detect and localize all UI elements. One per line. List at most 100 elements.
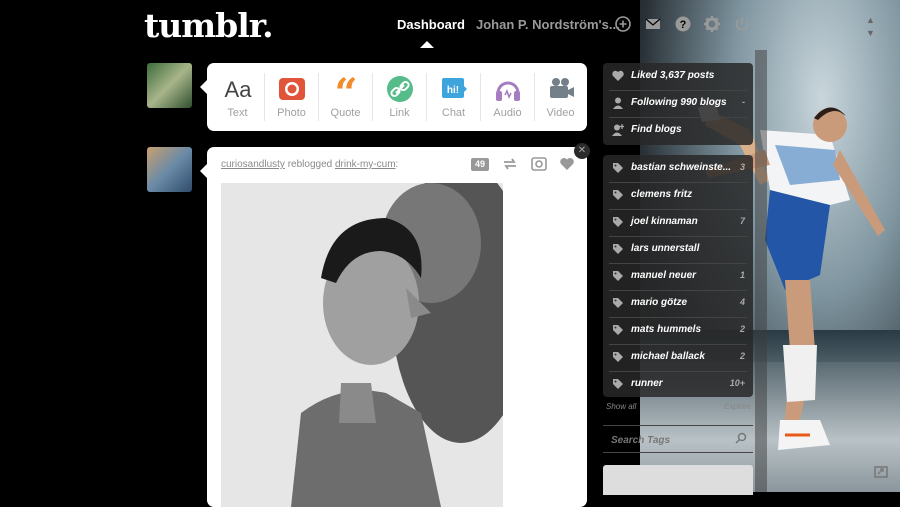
post-type-label: Quote xyxy=(330,107,361,119)
chat-icon: hi! xyxy=(442,78,467,98)
tag-icon xyxy=(613,190,623,200)
post-type-audio-button[interactable]: Audio xyxy=(481,63,534,131)
text-icon: Aa xyxy=(225,77,252,102)
radar-post-preview[interactable] xyxy=(603,465,753,495)
tag-icon xyxy=(613,163,623,173)
plus-icon[interactable] xyxy=(615,16,631,32)
search-icon[interactable] xyxy=(735,432,747,444)
tracked-tag-count: 4 xyxy=(739,297,745,307)
post-type-text-button[interactable]: Aa Text xyxy=(211,63,264,131)
tag-icon xyxy=(613,325,623,335)
post-author-link[interactable]: curiosandlusty xyxy=(221,159,285,170)
tracked-tag-item[interactable]: joel kinnaman 7 xyxy=(603,209,753,236)
tracked-tag-label: clemens fritz xyxy=(631,189,693,200)
post-photo[interactable] xyxy=(221,183,503,507)
link-icon xyxy=(387,76,413,102)
post-type-link-button[interactable]: Link xyxy=(373,63,426,131)
heart-icon[interactable] xyxy=(559,157,575,171)
tracked-tag-item[interactable]: runner 10+ xyxy=(603,371,753,398)
quote-icon: “ xyxy=(334,75,357,103)
post-type-label: Link xyxy=(389,107,410,119)
post-type-photo-button[interactable]: Photo xyxy=(265,63,318,131)
tracked-tag-label: runner xyxy=(631,378,663,389)
sidebar-item-following[interactable]: Following 990 blogs - xyxy=(603,90,753,117)
heart-icon xyxy=(612,70,624,81)
show-all-tags-link[interactable]: Show all xyxy=(606,402,636,411)
gear-icon[interactable] xyxy=(704,16,720,32)
tracked-tag-item[interactable]: mats hummels 2 xyxy=(603,317,753,344)
svg-text:?: ? xyxy=(680,19,687,31)
post-type-video-button[interactable]: Video xyxy=(534,63,587,131)
tracked-tag-item[interactable]: clemens fritz xyxy=(603,182,753,209)
tracked-tag-label: mats hummels xyxy=(631,324,702,335)
person-icon xyxy=(613,97,623,109)
scroll-arrows-icon[interactable]: ▲ ▼ xyxy=(866,14,875,40)
sidebar-item-likes[interactable]: Liked 3,637 posts xyxy=(603,63,753,90)
post-author-avatar[interactable] xyxy=(147,147,192,192)
tumblr-logo[interactable]: tumblr. xyxy=(144,6,274,45)
svg-text:Aa: Aa xyxy=(225,77,252,102)
tracked-tag-count: 2 xyxy=(739,324,745,334)
explore-tags-link[interactable]: Explore xyxy=(724,402,751,411)
tracked-tag-count: 10+ xyxy=(729,378,745,388)
post-type-label: Photo xyxy=(277,107,306,119)
tracked-tag-count: 3 xyxy=(739,162,745,172)
tracked-tag-item[interactable]: mario götze 4 xyxy=(603,290,753,317)
tag-icon xyxy=(613,244,623,254)
tag-icon xyxy=(613,217,623,227)
close-icon[interactable]: ✕ xyxy=(574,143,590,159)
add-person-icon xyxy=(612,124,624,136)
search-tags-input[interactable] xyxy=(609,431,733,449)
tracked-tag-count: 2 xyxy=(739,351,745,361)
post-type-label: Chat xyxy=(441,107,466,119)
camera-icon xyxy=(279,78,305,100)
tracked-tag-label: mario götze xyxy=(631,297,688,308)
svg-text:“: “ xyxy=(334,75,357,103)
tracked-tag-label: bastian schweinste... xyxy=(631,162,732,173)
post-type-chat-button[interactable]: hi! Chat xyxy=(427,63,480,131)
post-type-label: Video xyxy=(546,107,575,119)
reblog-icon[interactable] xyxy=(502,157,518,171)
reblog-source-link[interactable]: drink-my-cum xyxy=(335,159,396,170)
dashboard-post: curiosandlusty reblogged drink-my-cum: 4… xyxy=(200,147,587,507)
power-icon[interactable] xyxy=(734,16,750,32)
tracked-tag-label: lars unnerstall xyxy=(631,243,700,254)
post-type-composer: Aa Text Photo “ Quote Link hi! Chat Audi… xyxy=(200,63,587,131)
sidebar-activity-panel: Liked 3,637 posts Following 990 blogs - … xyxy=(603,63,753,145)
sidebar-item-label: Liked 3,637 posts xyxy=(631,70,715,81)
sidebar-item-count: - xyxy=(742,97,745,107)
tracked-tag-label: manuel neuer xyxy=(631,270,697,281)
headphones-icon xyxy=(496,81,520,101)
tracked-tag-item[interactable]: michael ballack 2 xyxy=(603,344,753,371)
active-nav-indicator xyxy=(420,41,434,48)
tag-icon xyxy=(613,379,623,389)
help-icon[interactable]: ? xyxy=(675,16,691,32)
nav-user-blog-link[interactable]: Johan P. Nordström's... xyxy=(476,17,620,32)
post-type-quote-button[interactable]: “ Quote xyxy=(319,63,372,131)
reblog-text: reblogged xyxy=(287,159,333,170)
post-type-label: Audio xyxy=(493,107,522,119)
sidebar-item-label: Find blogs xyxy=(631,124,682,135)
post-type-label: Text xyxy=(227,107,248,119)
photo-reblog-icon[interactable] xyxy=(531,156,547,171)
tracked-tag-count: 1 xyxy=(739,270,745,280)
sidebar-item-label: Following 990 blogs xyxy=(631,97,727,108)
tracked-tags-panel: bastian schweinste... 3 clemens fritz jo… xyxy=(603,155,753,397)
tracked-tag-item[interactable]: lars unnerstall xyxy=(603,236,753,263)
user-avatar[interactable] xyxy=(147,63,192,108)
tracked-tag-item[interactable]: manuel neuer 1 xyxy=(603,263,753,290)
scrollbar-track[interactable] xyxy=(755,50,767,492)
nav-dashboard-link[interactable]: Dashboard xyxy=(397,17,465,32)
mail-icon[interactable] xyxy=(645,16,661,32)
tracked-tag-item[interactable]: bastian schweinste... 3 xyxy=(603,155,753,182)
tracked-tag-label: joel kinnaman xyxy=(631,216,698,227)
expand-icon[interactable] xyxy=(874,466,888,478)
note-count-badge[interactable]: 49 xyxy=(471,158,489,171)
sidebar-item-find-blogs[interactable]: Find blogs xyxy=(603,117,753,144)
tracked-tag-count: 7 xyxy=(739,216,745,226)
tag-icon xyxy=(613,352,623,362)
post-header: curiosandlusty reblogged drink-my-cum: xyxy=(221,159,398,170)
tag-icon xyxy=(613,298,623,308)
tag-icon xyxy=(613,271,623,281)
video-camera-icon xyxy=(550,78,574,98)
